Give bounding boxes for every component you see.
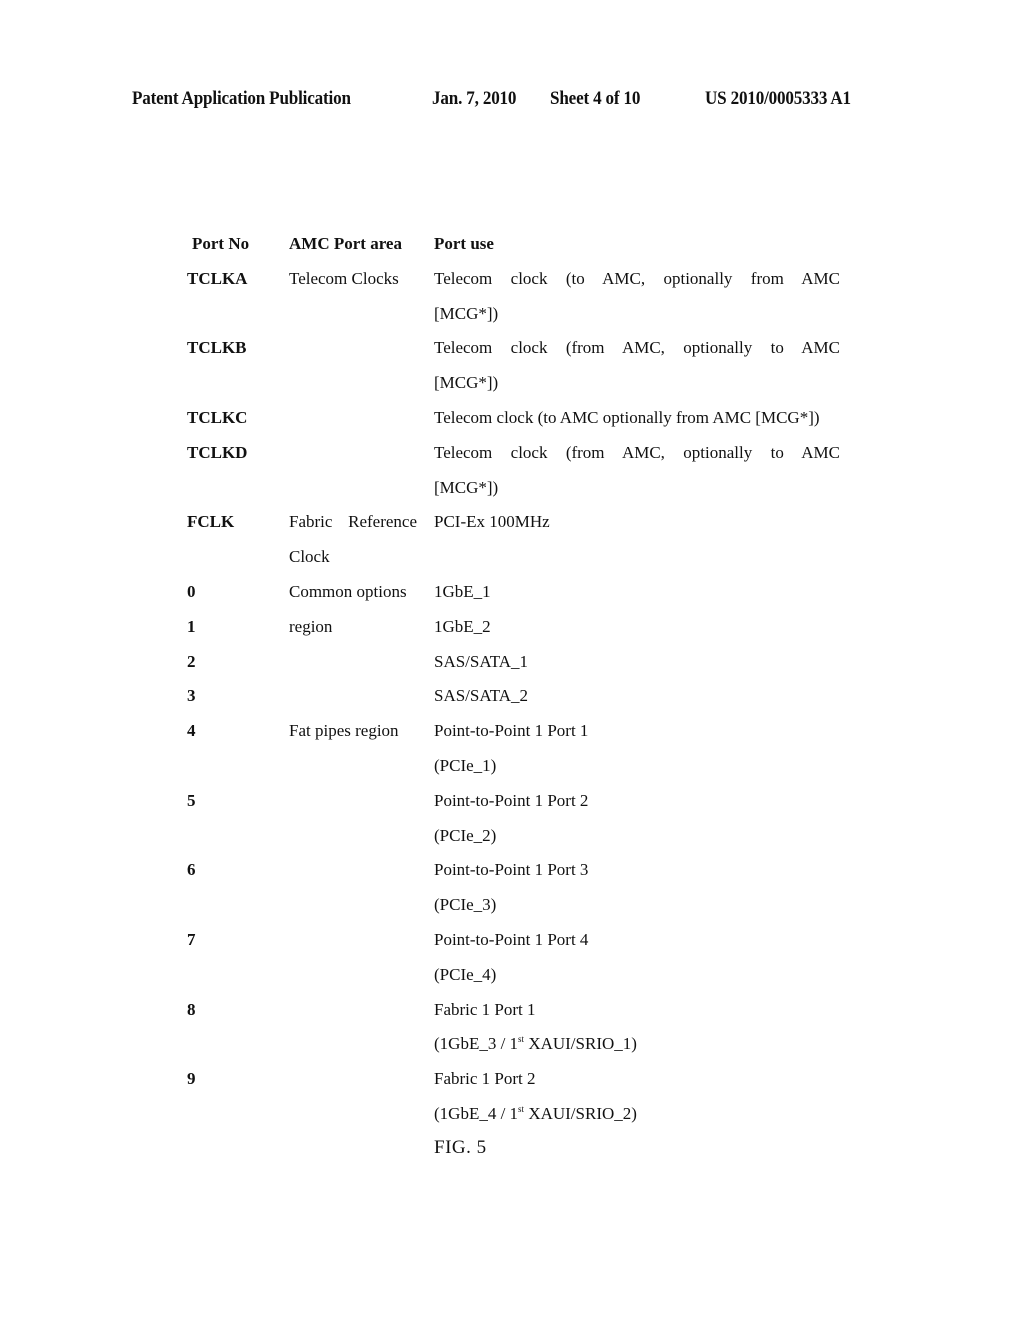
port-use-cell: SAS/SATA_2 (434, 686, 529, 706)
port-use-cell: [MCG*]) (434, 373, 499, 393)
port-use-cell: (1GbE_3 / 1st XAUI/SRIO_1) (434, 1034, 637, 1054)
port-use-cell: Telecom clock (to AMC, optionally from A… (434, 268, 840, 288)
port-use-cell: (PCIe_2) (434, 825, 497, 845)
port-use-cell: (1GbE_4 / 1st XAUI/SRIO_2) (434, 1103, 637, 1123)
port-use-cell: [MCG*]) (434, 477, 499, 497)
patent-header: Patent Application Publication Jan. 7, 2… (0, 88, 1024, 114)
port-no-cell: 8 (187, 999, 196, 1019)
port-no-cell: TCLKD (187, 442, 248, 462)
amc-port-area-cell: Telecom Clocks (289, 268, 399, 288)
ordinal-superscript: st (518, 1034, 525, 1045)
table-row-continuation: [MCG*]) (0, 471, 1024, 506)
port-table: Port No AMC Port area Port use TCLKA Tele… (0, 227, 1024, 1132)
amc-port-area-cell: Fat pipes region (289, 721, 399, 741)
port-use-cell: Telecom clock (from AMC, optionally to A… (434, 338, 840, 358)
table-row: TCLKA Telecom Clocks Telecom clock (to AMC… (0, 262, 1024, 297)
table-row: 9 Fabric 1 Port 2 (0, 1062, 1024, 1097)
sheet-number: Sheet 4 of 10 (550, 88, 641, 109)
port-no-cell: 2 (187, 651, 196, 671)
port-use-cell: 1GbE_2 (434, 616, 491, 636)
port-no-cell: 6 (187, 860, 196, 880)
table-row-continuation: (PCIe_4) (0, 958, 1024, 993)
table-row: 7 Point-to-Point 1 Port 4 (0, 923, 1024, 958)
port-no-cell: 5 (187, 790, 196, 810)
port-use-cell: Fabric 1 Port 1 (434, 999, 536, 1019)
amc-port-area-cell: region (289, 616, 333, 636)
port-no-cell: TCLKC (187, 407, 248, 427)
table-row: 1 region 1GbE_2 (0, 610, 1024, 645)
port-use-cell: Point-to-Point 1 Port 1 (434, 721, 589, 741)
table-row: FCLK Fabric Reference PCI-Ex 100MHz (0, 505, 1024, 540)
port-no-cell: TCLKA (187, 268, 248, 288)
table-row-continuation: [MCG*]) (0, 366, 1024, 401)
column-header-port-no: Port No (192, 234, 250, 253)
table-row: 4 Fat pipes region Point-to-Point 1 Port 1 (0, 714, 1024, 749)
port-use-cell: (PCIe_3) (434, 895, 497, 915)
port-use-cell: PCI-Ex 100MHz (434, 512, 550, 532)
publication-number: US 2010/0005333 A1 (705, 88, 851, 109)
port-use-cell: (PCIe_4) (434, 964, 497, 984)
amc-port-area-cell: Clock (289, 547, 330, 567)
port-use-cell: (PCIe_1) (434, 755, 497, 775)
port-use-cell: Fabric 1 Port 2 (434, 1069, 536, 1089)
table-row-continuation: (1GbE_3 / 1st XAUI/SRIO_1) (0, 1027, 1024, 1062)
port-use-cell: Telecom clock (from AMC, optionally to A… (434, 442, 840, 462)
port-no-cell: 3 (187, 686, 196, 706)
table-row: 5 Point-to-Point 1 Port 2 (0, 784, 1024, 819)
table-row-continuation: [MCG*]) (0, 297, 1024, 332)
figure-label: FIG. 5 (434, 1137, 487, 1158)
table-row: 8 Fabric 1 Port 1 (0, 993, 1024, 1028)
table-row: 3 SAS/SATA_2 (0, 679, 1024, 714)
port-use-cell: Point-to-Point 1 Port 4 (434, 929, 589, 949)
table-row-continuation: (PCIe_3) (0, 888, 1024, 923)
port-use-cell: 1GbE_1 (434, 581, 491, 601)
column-header-port-use: Port use (434, 234, 494, 253)
port-use-cell: [MCG*]) (434, 303, 499, 323)
port-no-cell: 0 (187, 581, 196, 601)
publication-date: Jan. 7, 2010 (432, 88, 517, 109)
amc-port-area-cell: Common options (289, 581, 407, 601)
publication-type: Patent Application Publication (132, 88, 351, 109)
amc-port-area-cell: Fabric Reference (289, 512, 417, 532)
table-row-continuation: (PCIe_1) (0, 749, 1024, 784)
column-header-amc-port-area: AMC Port area (289, 234, 402, 253)
table-row-continuation: (1GbE_4 / 1st XAUI/SRIO_2) (0, 1097, 1024, 1132)
table-header-row: Port No AMC Port area Port use (0, 227, 1024, 262)
port-use-cell: Point-to-Point 1 Port 2 (434, 790, 589, 810)
port-no-cell: 1 (187, 616, 196, 636)
port-use-cell: SAS/SATA_1 (434, 651, 529, 671)
table-row-continuation: Clock (0, 540, 1024, 575)
table-row: 2 SAS/SATA_1 (0, 645, 1024, 680)
port-no-cell: 4 (187, 721, 196, 741)
port-use-cell: Telecom clock (to AMC optionally from AM… (434, 407, 820, 427)
port-no-cell: 9 (187, 1069, 196, 1089)
table-row-continuation: (PCIe_2) (0, 819, 1024, 854)
table-row: TCLKB Telecom clock (from AMC, optionally… (0, 331, 1024, 366)
table-row: 0 Common options 1GbE_1 (0, 575, 1024, 610)
ordinal-superscript: st (518, 1103, 525, 1114)
table-row: TCLKD Telecom clock (from AMC, optionally… (0, 436, 1024, 471)
port-no-cell: FCLK (187, 512, 235, 532)
port-no-cell: TCLKB (187, 338, 247, 358)
port-use-cell: Point-to-Point 1 Port 3 (434, 860, 589, 880)
table-row: TCLKC Telecom clock (to AMC optionally fr… (0, 401, 1024, 436)
table-row: 6 Point-to-Point 1 Port 3 (0, 853, 1024, 888)
port-no-cell: 7 (187, 929, 196, 949)
